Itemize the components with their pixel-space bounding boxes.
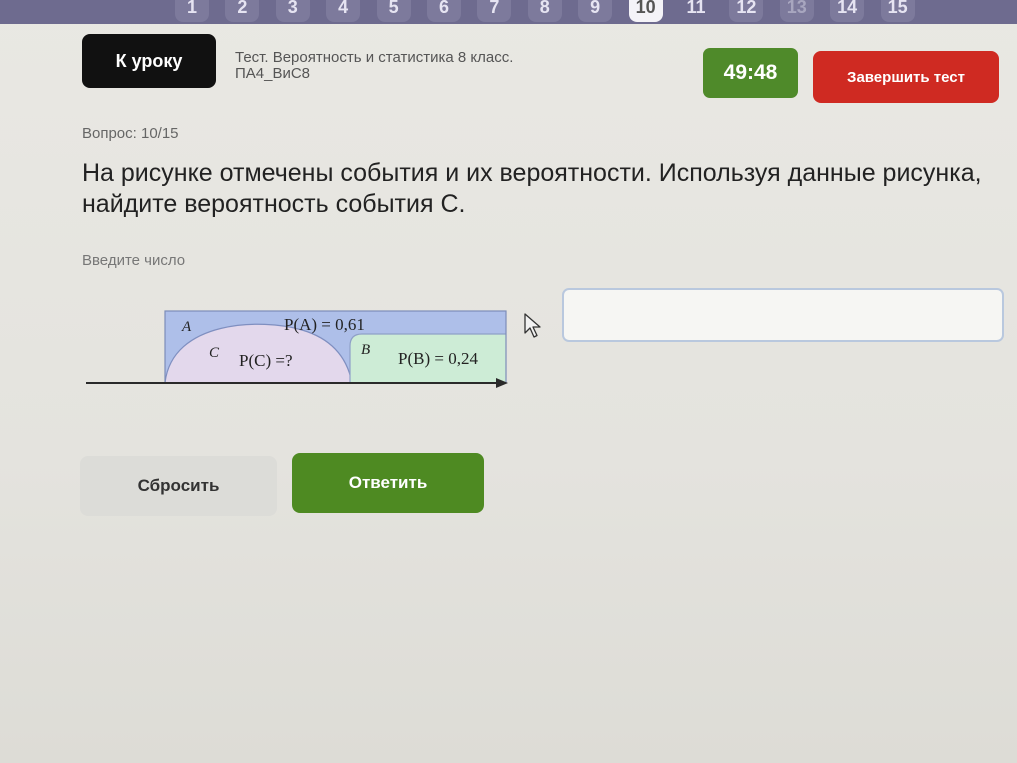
baseline-arrow	[496, 378, 508, 388]
mouse-pointer-icon	[524, 313, 541, 338]
prob-c: P(C) =?	[239, 351, 293, 370]
question-nav-item-2[interactable]: 2	[225, 0, 260, 22]
test-title: Тест. Вероятность и статистика 8 класс. …	[235, 50, 655, 82]
question-nav-item-12[interactable]: 12	[729, 0, 764, 22]
question-nav-item-7[interactable]: 7	[477, 0, 512, 22]
label-c: C	[209, 345, 220, 361]
finish-test-button[interactable]: Завершить тест	[813, 51, 999, 103]
question-nav-item-4[interactable]: 4	[326, 0, 361, 22]
question-nav-item-14[interactable]: 14	[830, 0, 865, 22]
event-c-outline	[164, 323, 353, 384]
test-title-line2: ПА4_ВиС8	[235, 65, 311, 82]
prob-b: P(B) = 0,24	[398, 349, 478, 368]
question-nav-item-10[interactable]: 10	[628, 0, 663, 22]
event-a-area	[165, 311, 506, 383]
question-text: На рисунке отмечены события и их вероятн…	[82, 159, 982, 218]
test-title-line1: Тест. Вероятность и статистика 8 класс.	[235, 49, 514, 66]
prob-a: P(A) = 0,61	[284, 315, 365, 334]
event-a-outline	[164, 310, 507, 384]
label-b: B	[361, 342, 370, 358]
submit-answer-button[interactable]: Ответить	[292, 453, 484, 513]
question-nav-item-1[interactable]: 1	[175, 0, 209, 22]
question-nav-item-15[interactable]: 15	[880, 0, 915, 22]
event-b-outline	[349, 333, 506, 383]
answer-input[interactable]	[562, 288, 1004, 342]
question-nav-item-9[interactable]: 9	[578, 0, 613, 22]
input-hint: Введите число	[82, 252, 186, 269]
question-nav-item-3[interactable]: 3	[275, 0, 310, 22]
event-b-area	[350, 334, 506, 383]
back-to-lesson-button[interactable]: К уроку	[82, 34, 216, 88]
question-nav-item-8[interactable]: 8	[527, 0, 562, 22]
question-navigation: 1 2 3 4 5 6 7 8 9 10 11 12 13 14 15	[0, 0, 1017, 24]
question-counter: Вопрос: 10/15	[82, 125, 179, 142]
question-nav-item-13[interactable]: 13	[779, 0, 814, 22]
question-nav-item-5[interactable]: 5	[376, 0, 411, 22]
events-diagram: A P(A) = 0,61 C P(C) =? B P(B) = 0,24	[86, 310, 508, 388]
timer: 49:48	[703, 48, 798, 98]
reset-button[interactable]: Сбросить	[80, 456, 277, 516]
event-c-area	[165, 324, 352, 383]
question-nav-item-6[interactable]: 6	[427, 0, 461, 22]
label-a: A	[181, 319, 192, 335]
question-nav-item-11[interactable]: 11	[679, 0, 713, 22]
